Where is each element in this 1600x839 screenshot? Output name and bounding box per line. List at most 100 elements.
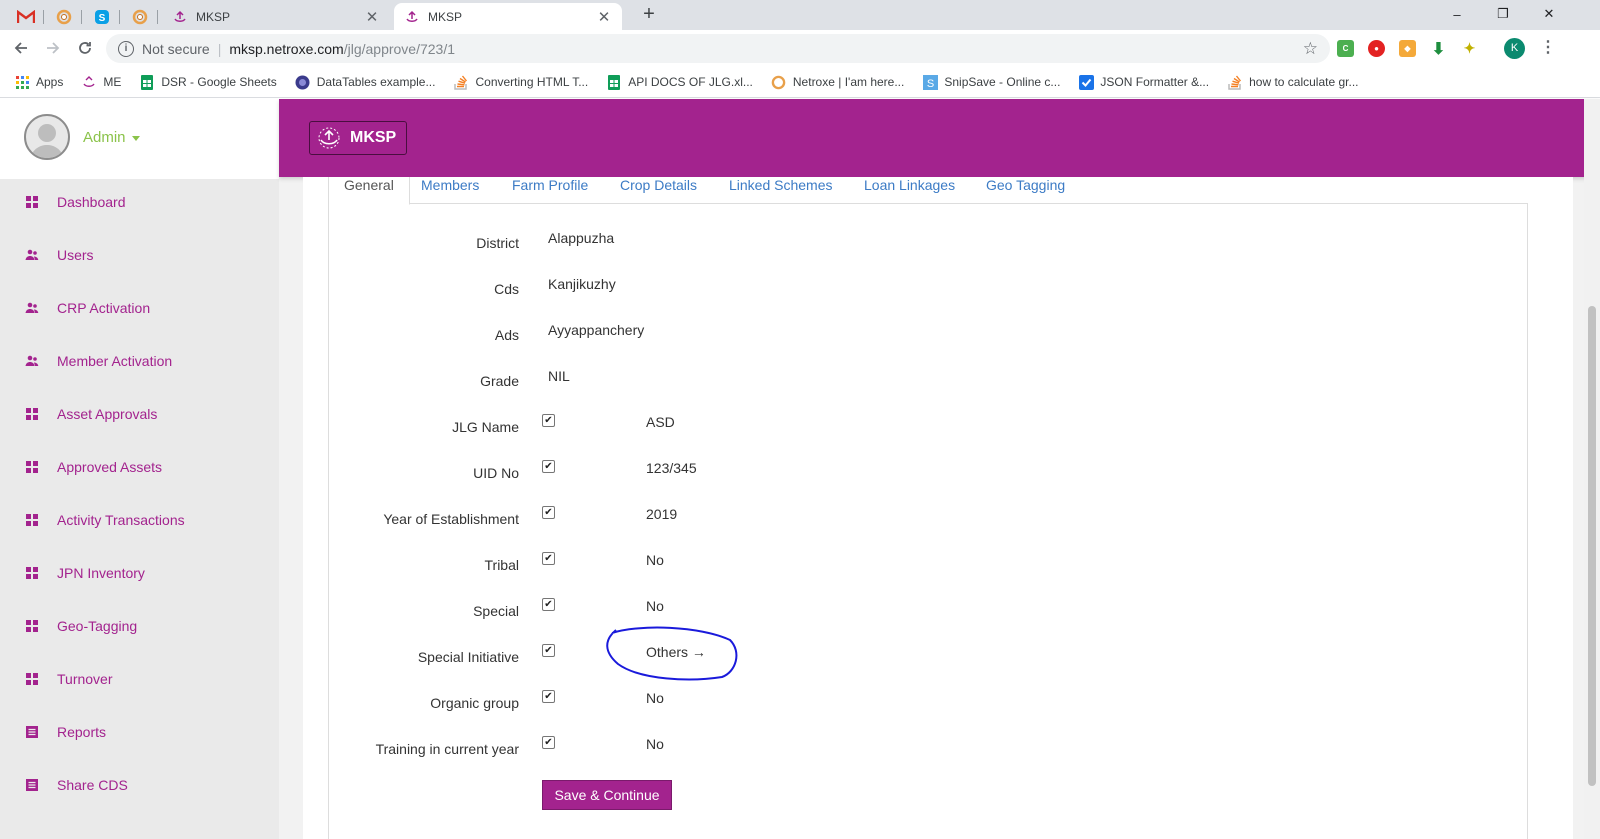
- bookmark-json-formatter[interactable]: JSON Formatter &...: [1078, 74, 1209, 90]
- mksp-favicon-icon: [172, 9, 188, 25]
- sidebar-item-share-cds[interactable]: Share CDS: [0, 767, 279, 803]
- address-bar[interactable]: i Not secure | mksp.netroxe.com/jlg/appr…: [106, 34, 1330, 63]
- approve-checkbox[interactable]: ✔: [542, 736, 555, 749]
- sidebar-item-reports[interactable]: Reports: [0, 714, 279, 750]
- approve-checkbox[interactable]: ✔: [542, 552, 555, 565]
- bookmark-apps[interactable]: Apps: [14, 74, 63, 90]
- approve-checkbox[interactable]: ✔: [542, 644, 555, 657]
- field-label: Training in current year: [375, 741, 519, 757]
- pinned-tab-netroxe[interactable]: [46, 3, 82, 30]
- sidebar-item-label: Geo-Tagging: [57, 618, 138, 634]
- cors-extension-icon[interactable]: C: [1337, 40, 1354, 57]
- approve-checkbox[interactable]: ✔: [542, 598, 555, 611]
- browser-tab-2[interactable]: MKSP ✕: [394, 3, 622, 30]
- pinned-tab-netroxe-2[interactable]: [122, 3, 158, 30]
- tab-general[interactable]: General: [328, 177, 410, 205]
- approve-checkbox[interactable]: ✔: [542, 414, 555, 427]
- minimize-button[interactable]: –: [1434, 0, 1480, 28]
- gmail-icon: [17, 9, 35, 23]
- field-label: Grade: [480, 373, 519, 389]
- sidebar-item-turnover[interactable]: Turnover: [0, 661, 279, 697]
- bookmark-star-icon[interactable]: ☆: [1303, 39, 1318, 59]
- tab-loan-linkages[interactable]: Loan Linkages: [864, 177, 955, 204]
- grid-icon: [25, 672, 39, 686]
- bookmark-label: SnipSave - Online c...: [944, 75, 1061, 89]
- profile-avatar[interactable]: K: [1504, 38, 1525, 59]
- app-root: Admin Dashboard Users CRP Activation Member…: [0, 99, 1600, 839]
- sidebar-item-users[interactable]: Users: [0, 237, 279, 273]
- divider: |: [217, 40, 222, 57]
- menu-dots-icon[interactable]: ⋮: [1540, 37, 1556, 59]
- netroxe-icon: [132, 9, 148, 24]
- mksp-favicon-icon: [404, 9, 420, 25]
- approve-checkbox[interactable]: ✔: [542, 506, 555, 519]
- tab-linked-schemes[interactable]: Linked Schemes: [729, 177, 833, 204]
- grid-icon: [25, 619, 39, 633]
- avatar[interactable]: [24, 114, 70, 160]
- sidebar-item-jpn-inventory[interactable]: JPN Inventory: [0, 555, 279, 591]
- download-extension-icon[interactable]: ⬇: [1430, 40, 1447, 58]
- close-icon[interactable]: ✕: [364, 8, 380, 26]
- sidebar-item-label: Reports: [57, 724, 107, 740]
- scrollbar-thumb[interactable]: [1588, 306, 1596, 786]
- extension-star-icon[interactable]: ✦: [1461, 40, 1478, 57]
- bookmark-snipsave[interactable]: S SnipSave - Online c...: [922, 74, 1060, 90]
- close-icon[interactable]: ✕: [596, 8, 612, 26]
- page-scrollbar[interactable]: [1584, 99, 1600, 839]
- sidebar-item-dashboard[interactable]: Dashboard: [0, 184, 279, 220]
- user-menu-toggle[interactable]: Admin: [83, 129, 140, 146]
- field-label: Organic group: [430, 695, 519, 711]
- user-name: Admin: [83, 129, 126, 146]
- info-icon[interactable]: i: [118, 40, 134, 57]
- window-close-button[interactable]: ✕: [1526, 0, 1572, 28]
- brand-logo[interactable]: MKSP: [309, 121, 407, 155]
- sidebar-item-approved-assets[interactable]: Approved Assets: [0, 449, 279, 485]
- approve-checkbox[interactable]: ✔: [542, 460, 555, 473]
- restore-button[interactable]: ❐: [1480, 0, 1526, 28]
- sidebar-item-crp-activation[interactable]: CRP Activation: [0, 290, 279, 326]
- grid-icon: [25, 407, 39, 421]
- sidebar-item-member-activation[interactable]: Member Activation: [0, 343, 279, 379]
- back-button[interactable]: [9, 36, 33, 60]
- bookmarks-bar: Apps ME DSR - Google Sheets DataTables e…: [0, 67, 1600, 98]
- approve-checkbox[interactable]: ✔: [542, 690, 555, 703]
- bookmark-how-to-calculate[interactable]: how to calculate gr...: [1227, 74, 1359, 90]
- sidebar-item-geo-tagging[interactable]: Geo-Tagging: [0, 608, 279, 644]
- arrow-left-icon: [14, 42, 27, 54]
- save-continue-button[interactable]: Save & Continue: [542, 780, 672, 810]
- bookmark-label: Apps: [36, 75, 64, 89]
- tab-geo-tagging[interactable]: Geo Tagging: [986, 177, 1065, 204]
- bookmark-api-docs[interactable]: API DOCS OF JLG.xl...: [606, 74, 753, 90]
- field-value: No: [646, 690, 664, 706]
- field-label: Special Initiative: [417, 649, 519, 665]
- bookmark-converting-html[interactable]: Converting HTML T...: [453, 74, 588, 90]
- bookmark-netroxe[interactable]: Netroxe | I'am here...: [771, 74, 904, 90]
- tab-crop-details[interactable]: Crop Details: [620, 177, 697, 204]
- pinned-tab-skype[interactable]: S: [84, 3, 120, 30]
- bookmark-me[interactable]: ME: [81, 74, 121, 90]
- sidebar-item-asset-approvals[interactable]: Asset Approvals: [0, 396, 279, 432]
- bookmark-label: Netroxe | I'am here...: [792, 75, 905, 89]
- sidebar-item-label: Member Activation: [57, 353, 173, 369]
- bookmark-label: JSON Formatter &...: [1100, 75, 1210, 89]
- reload-button[interactable]: [73, 36, 97, 60]
- users-icon: [25, 354, 39, 368]
- new-tab-button[interactable]: +: [638, 4, 660, 26]
- stackoverflow-icon: [1227, 74, 1243, 90]
- bookmark-datatables[interactable]: DataTables example...: [295, 74, 435, 90]
- forward-button[interactable]: [41, 36, 65, 60]
- pinned-tab-gmail[interactable]: [8, 3, 44, 30]
- field-value: Ayyappanchery: [548, 322, 645, 338]
- tab-farm-profile[interactable]: Farm Profile: [512, 177, 588, 204]
- tab-members[interactable]: Members: [421, 177, 479, 204]
- grid-icon: [25, 513, 39, 527]
- browser-tab-1[interactable]: MKSP ✕: [162, 3, 390, 30]
- adblock-extension-icon[interactable]: ●: [1368, 40, 1385, 57]
- sidebar-item-activity-transactions[interactable]: Activity Transactions: [0, 502, 279, 538]
- tab-title: MKSP: [428, 9, 463, 24]
- extension-orange-icon[interactable]: ◆: [1399, 40, 1416, 57]
- field-value: 123/345: [646, 460, 697, 476]
- bookmark-label: ME: [103, 75, 122, 89]
- bookmark-dsr-google-sheets[interactable]: DSR - Google Sheets: [139, 74, 277, 90]
- json-formatter-icon: [1078, 74, 1094, 90]
